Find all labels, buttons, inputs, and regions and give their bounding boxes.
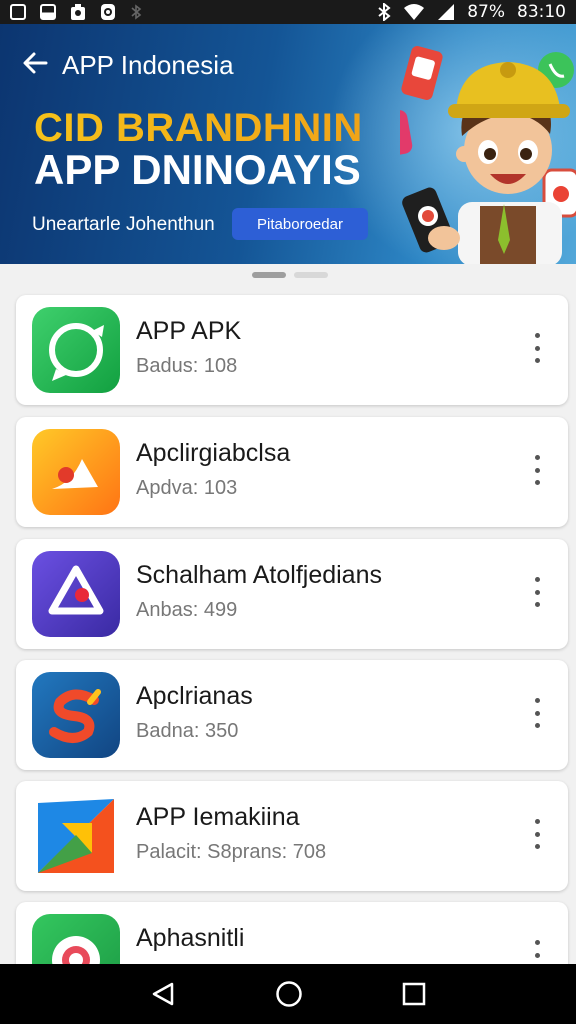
bluetooth-icon [378, 3, 391, 21]
image-icon [10, 4, 26, 20]
signal-icon [438, 4, 455, 20]
app-meta: Badus: 108 [136, 355, 238, 377]
banner-tagline: Uneartarle Johenthun [32, 214, 215, 235]
chat-bubble-icon [32, 307, 120, 393]
more-options-icon[interactable] [532, 455, 542, 485]
app-name: Apclirgiabclsa [136, 439, 291, 467]
system-nav-bar [0, 964, 576, 1024]
home-circle-icon[interactable] [275, 980, 303, 1008]
app-list-item[interactable]: Apclirgiabclsa Apdva: 103 [16, 417, 568, 527]
banner-cta-button[interactable]: Pitaboroedar [232, 208, 368, 240]
status-bar: 87% 83:10 [0, 0, 576, 24]
wifi-icon [404, 4, 425, 20]
floating-mail-icon [401, 46, 443, 100]
floating-heart-icon [400, 110, 413, 158]
header-row: APP Indonesia [22, 50, 234, 81]
app-name: APP APK [136, 317, 242, 345]
shield-swirl-icon [32, 551, 120, 637]
back-arrow-icon[interactable] [22, 51, 48, 81]
app-list-item[interactable]: APP APK Badus: 108 [16, 295, 568, 405]
notification-icon [101, 4, 115, 20]
app-name: APP Iemakiina [136, 803, 300, 831]
image-icon [40, 4, 56, 20]
clock: 83:10 [517, 2, 566, 22]
pager-dot-active[interactable] [252, 272, 286, 278]
page-title: APP Indonesia [62, 50, 234, 80]
status-left-icons [10, 3, 142, 21]
app-name: Aphasnitli [136, 924, 245, 952]
banner-pager [252, 272, 328, 278]
more-options-icon[interactable] [532, 819, 542, 849]
pager-dot[interactable] [294, 272, 328, 278]
app-list-item[interactable]: APP Iemakiina Palacit: S8prans: 708 [16, 781, 568, 891]
banner-headline-1: CID BRANDHNIN [34, 106, 363, 150]
status-right: 87% 83:10 [377, 2, 566, 22]
back-triangle-icon[interactable] [150, 981, 176, 1007]
app-meta: Badna: 350 [136, 720, 239, 742]
more-options-icon[interactable] [532, 333, 542, 363]
swirl-s-icon [32, 672, 120, 758]
banner-headline-2: APP DNINOAYIS [34, 146, 361, 193]
recents-square-icon[interactable] [402, 982, 426, 1006]
music-note-icon [32, 429, 120, 515]
battery-percentage: 87% [467, 2, 505, 22]
app-name: Schalham Atolfjedians [136, 561, 382, 589]
mascot-illustration [400, 46, 576, 264]
app-meta: Apdva: 103 [136, 477, 238, 499]
app-meta: Anbas: 499 [136, 599, 238, 621]
app-list-item[interactable]: Schalham Atolfjedians Anbas: 499 [16, 539, 568, 649]
notification-icon [71, 4, 85, 20]
more-options-icon[interactable] [532, 577, 542, 607]
app-meta: Palacit: S8prans: 708 [136, 841, 327, 863]
play-triangle-icon [32, 793, 120, 879]
bluetooth-icon [131, 4, 142, 20]
app-name: Apclrianas [136, 682, 253, 710]
more-options-icon[interactable] [532, 698, 542, 728]
app-list-item[interactable]: Apclrianas Badna: 350 [16, 660, 568, 770]
